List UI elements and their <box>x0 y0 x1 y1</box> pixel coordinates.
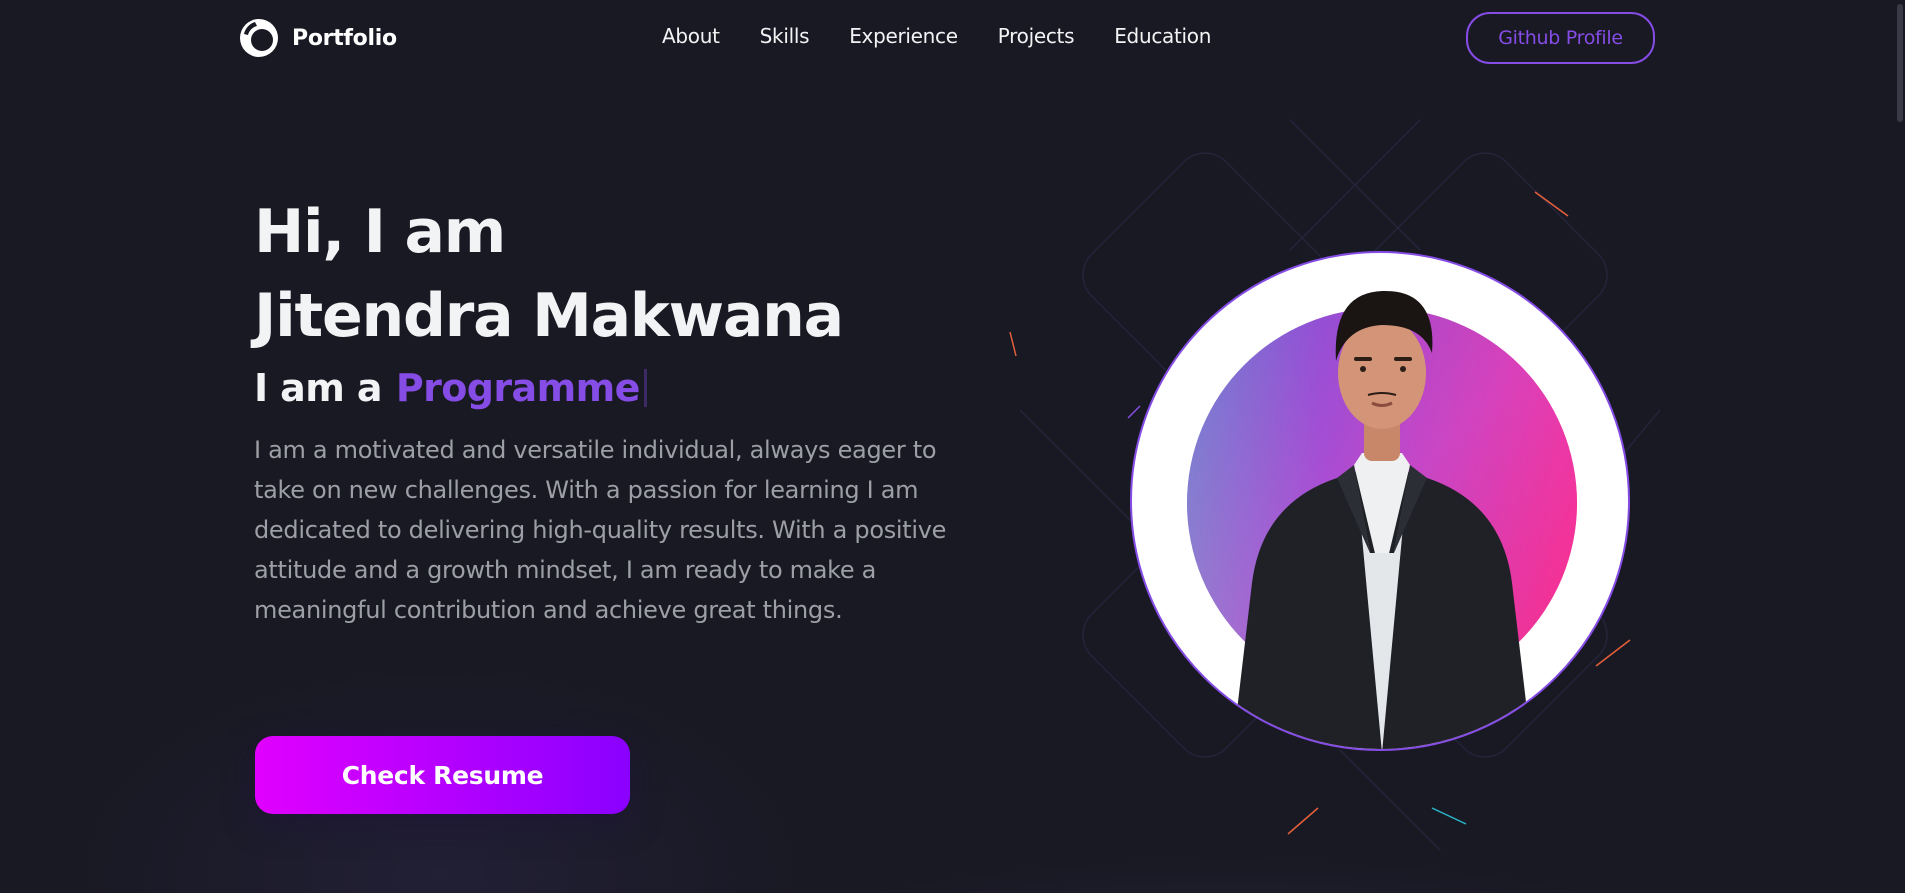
nav-link-experience[interactable]: Experience <box>849 24 958 48</box>
page-scrollbar[interactable] <box>1893 0 1905 893</box>
nav-link-skills[interactable]: Skills <box>760 24 810 48</box>
role-prefix: I am a <box>254 366 382 410</box>
role-typed-text: Programme <box>395 366 640 410</box>
nav-link-education[interactable]: Education <box>1114 24 1211 48</box>
portfolio-logo-icon <box>240 19 278 57</box>
github-profile-button[interactable]: Github Profile <box>1466 12 1655 64</box>
scrollbar-thumb[interactable] <box>1897 4 1903 122</box>
hero-text: Hi, I am Jitendra Makwana I am a Program… <box>254 190 974 630</box>
profile-portrait-image <box>1187 290 1577 749</box>
navbar: Portfolio About Skills Experience Projec… <box>0 0 1905 76</box>
hero-description: I am a motivated and versatile individua… <box>254 436 947 624</box>
logo[interactable]: Portfolio <box>238 17 397 59</box>
hero-role: I am a Programme <box>254 360 974 416</box>
nav-link-about[interactable]: About <box>662 24 720 48</box>
logo-text: Portfolio <box>292 25 397 51</box>
typing-cursor <box>643 369 647 407</box>
hero-greeting: Hi, I am <box>254 197 506 267</box>
nav-link-projects[interactable]: Projects <box>998 24 1075 48</box>
nav-links: About Skills Experience Projects Educati… <box>662 24 1211 48</box>
hero-name: Jitendra Makwana <box>254 281 844 351</box>
profile-photo <box>1130 251 1630 751</box>
check-resume-button[interactable]: Check Resume <box>255 736 630 814</box>
